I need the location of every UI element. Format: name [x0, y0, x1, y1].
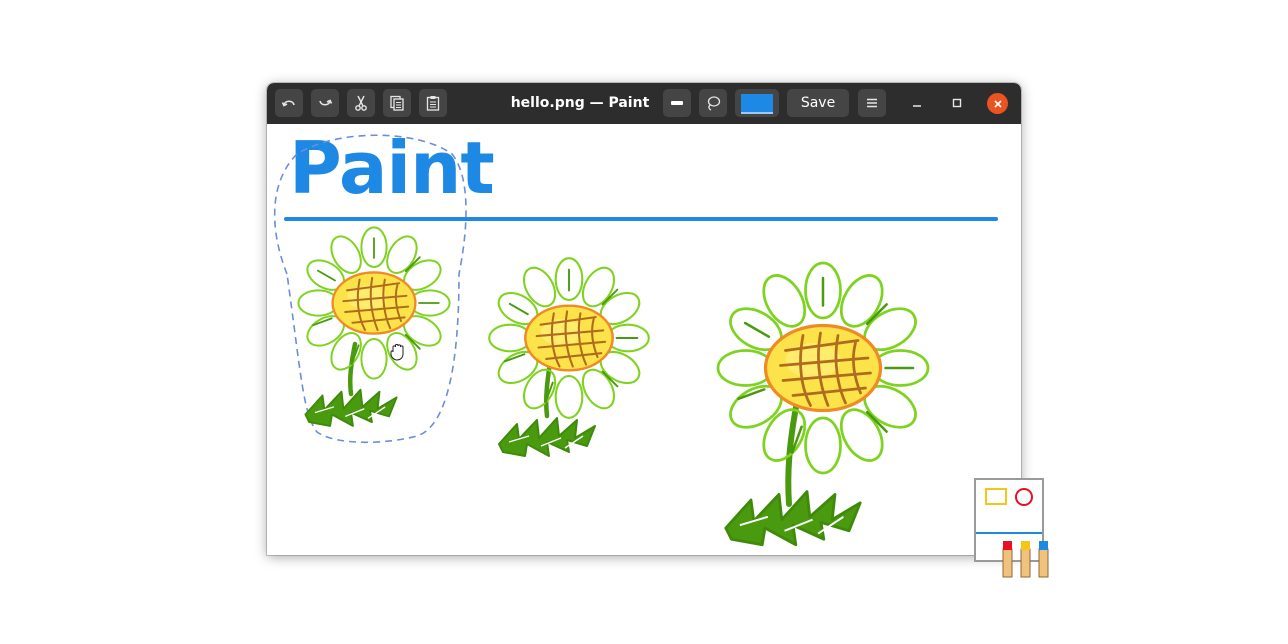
- paint-window: hello.png — Paint Save Paint: [267, 83, 1021, 555]
- minimize-button[interactable]: [905, 91, 929, 115]
- line-width-icon: [671, 101, 683, 105]
- paint-app-icon: [974, 478, 1049, 578]
- redo-button[interactable]: [311, 89, 339, 117]
- window-title: hello.png — Paint: [510, 95, 650, 111]
- lasso-select-icon: [707, 96, 721, 111]
- paste-icon: [426, 96, 440, 111]
- hamburger-menu-icon: [867, 98, 877, 108]
- hand-cursor-icon: [390, 343, 404, 361]
- redo-icon: [319, 99, 333, 106]
- main-color-button[interactable]: [735, 89, 779, 117]
- drawing-canvas[interactable]: Paint: [267, 124, 1021, 555]
- undo-button[interactable]: [275, 89, 303, 117]
- header-bar: hello.png — Paint Save: [267, 83, 1021, 124]
- save-button[interactable]: Save: [787, 89, 849, 117]
- cut-icon: [355, 95, 367, 111]
- sunflower-drawing: [273, 134, 930, 547]
- paste-button[interactable]: [419, 89, 447, 117]
- undo-icon: [281, 100, 295, 107]
- maximize-button[interactable]: [945, 91, 969, 115]
- copy-icon: [390, 95, 404, 111]
- menu-button[interactable]: [858, 89, 886, 117]
- cut-button[interactable]: [347, 89, 375, 117]
- maximize-icon: [952, 98, 962, 108]
- close-icon: [993, 99, 1002, 108]
- close-button[interactable]: [987, 93, 1008, 114]
- minimize-icon: [913, 105, 921, 107]
- copy-button[interactable]: [383, 89, 411, 117]
- color-swatch: [741, 94, 773, 114]
- line-width-button[interactable]: [663, 89, 691, 117]
- selection-tool-button[interactable]: [699, 89, 727, 117]
